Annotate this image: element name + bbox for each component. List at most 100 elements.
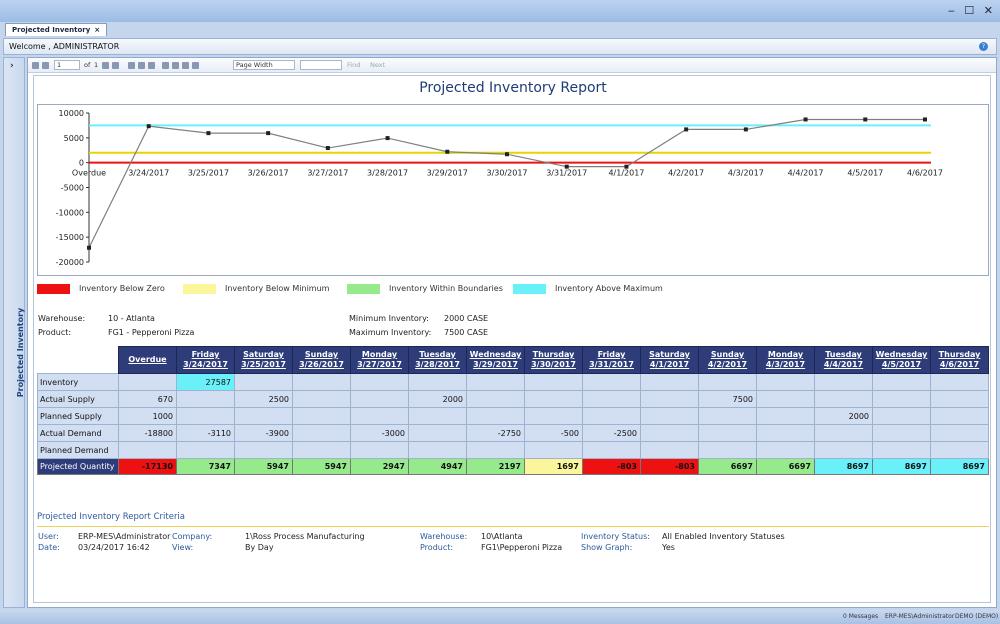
- projected-cell: 1697: [524, 458, 583, 475]
- legend: Inventory Below Zero Inventory Below Mini…: [37, 283, 989, 295]
- table-cell: [872, 407, 931, 425]
- zoom-select[interactable]: Page Width: [233, 60, 295, 70]
- table-cell: [408, 373, 467, 391]
- column-day: Tuesday: [419, 350, 456, 359]
- print-layout-icon[interactable]: [172, 62, 179, 69]
- table-cell: [292, 390, 351, 408]
- data-point: [803, 117, 808, 122]
- column-day: Wednesday: [469, 350, 522, 359]
- table-cell: -3000: [350, 424, 409, 442]
- table-cell: 1000: [118, 407, 177, 425]
- row-label: Planned Supply: [37, 407, 119, 425]
- side-panel[interactable]: › Projected Inventory: [3, 57, 25, 608]
- table-cell: [408, 424, 467, 442]
- column-header: Wednesday 3/29/2017: [466, 346, 525, 374]
- x-tick-label: Overdue: [72, 169, 106, 178]
- back-icon[interactable]: [128, 62, 135, 69]
- x-tick-label: 3/28/2017: [367, 169, 408, 178]
- table-cell: [524, 441, 583, 459]
- column-header: Wednesday 4/5/2017: [872, 346, 931, 374]
- min-inventory-value: 2000 CASE: [444, 314, 489, 323]
- column-day: Tuesday: [825, 350, 862, 359]
- print-icon[interactable]: [162, 62, 169, 69]
- table-cell: -500: [524, 424, 583, 442]
- column-header: Overdue: [118, 346, 177, 374]
- table-cell: [814, 373, 873, 391]
- table-cell: [292, 441, 351, 459]
- data-point: [325, 146, 330, 151]
- welcome-bar: Welcome , ADMINISTRATOR: [3, 38, 997, 55]
- column-date: 3/24/2017: [183, 360, 228, 369]
- table-cell: [872, 390, 931, 408]
- table-cell: [408, 441, 467, 459]
- table-cell: [176, 441, 235, 459]
- table-cell: [872, 441, 931, 459]
- legend-swatch: [183, 284, 216, 294]
- table-cell: [814, 424, 873, 442]
- criteria-company-label: Company:: [172, 532, 213, 541]
- total-pages: 1: [94, 61, 99, 69]
- data-point: [863, 117, 868, 122]
- export-icon[interactable]: [192, 62, 199, 69]
- x-tick-label: 4/6/2017: [907, 169, 943, 178]
- projected-cell: 5947: [292, 458, 351, 475]
- table-cell: 2500: [234, 390, 293, 408]
- window-controls[interactable]: ‒ ☐ ✕: [948, 4, 996, 17]
- page-setup-icon[interactable]: [182, 62, 189, 69]
- table-cell: [814, 441, 873, 459]
- projected-cell: 6697: [756, 458, 815, 475]
- table-row: Inventory 27587: [37, 373, 989, 391]
- help-icon[interactable]: ?: [979, 42, 988, 51]
- first-page-icon[interactable]: [32, 62, 39, 69]
- status-messages[interactable]: 0 Messages: [843, 613, 878, 620]
- expand-arrow-icon[interactable]: ›: [10, 61, 14, 71]
- table-cell: [524, 390, 583, 408]
- row-label: Actual Supply: [37, 390, 119, 408]
- projected-cell: 8697: [872, 458, 931, 475]
- legend-label: Inventory Below Zero: [79, 284, 165, 293]
- projected-cell: 5947: [234, 458, 293, 475]
- table-cell: [640, 424, 699, 442]
- next-link[interactable]: Next: [370, 61, 385, 69]
- max-inventory-label: Maximum Inventory:: [349, 328, 432, 337]
- table-cell: -2500: [582, 424, 641, 442]
- prev-page-icon[interactable]: [42, 62, 49, 69]
- column-date: 4/1/2017: [649, 360, 690, 369]
- table-cell: [756, 424, 815, 442]
- data-point: [684, 127, 689, 132]
- column-date: 3/28/2017: [415, 360, 460, 369]
- column-day: Friday: [191, 350, 220, 359]
- legend-swatch: [37, 284, 70, 294]
- x-tick-label: 3/30/2017: [486, 169, 527, 178]
- table-cell: [524, 407, 583, 425]
- data-point: [445, 149, 450, 154]
- page-input[interactable]: 1: [54, 60, 80, 70]
- table-cell: -3110: [176, 424, 235, 442]
- table-cell: [234, 373, 293, 391]
- column-header: Sunday 4/2/2017: [698, 346, 757, 374]
- criteria-graph-value: Yes: [662, 543, 675, 552]
- data-point: [624, 164, 629, 169]
- table-cell: [176, 407, 235, 425]
- find-link[interactable]: Find: [347, 61, 360, 69]
- column-day: Friday: [597, 350, 626, 359]
- table-cell: [524, 373, 583, 391]
- criteria-graph-label: Show Graph:: [581, 543, 633, 552]
- y-tick-label: -5000: [61, 184, 84, 193]
- column-header: Sunday 3/26/2017: [292, 346, 351, 374]
- criteria-title: Projected Inventory Report Criteria: [37, 512, 186, 522]
- find-input[interactable]: [300, 60, 342, 70]
- table-cell: [756, 407, 815, 425]
- table-cell: [930, 373, 989, 391]
- tab-close-icon[interactable]: ×: [94, 26, 100, 34]
- next-page-icon[interactable]: [102, 62, 109, 69]
- tab-projected-inventory[interactable]: Projected Inventory ×: [5, 23, 108, 36]
- table-cell: [350, 407, 409, 425]
- projected-cell: -803: [640, 458, 699, 475]
- stop-icon[interactable]: [138, 62, 145, 69]
- last-page-icon[interactable]: [112, 62, 119, 69]
- x-tick-label: 3/25/2017: [188, 169, 229, 178]
- report-toolbar: 1 of 1 Page Width Find Next: [28, 58, 996, 73]
- refresh-icon[interactable]: [148, 62, 155, 69]
- legend-label: Inventory Within Boundaries: [389, 284, 503, 293]
